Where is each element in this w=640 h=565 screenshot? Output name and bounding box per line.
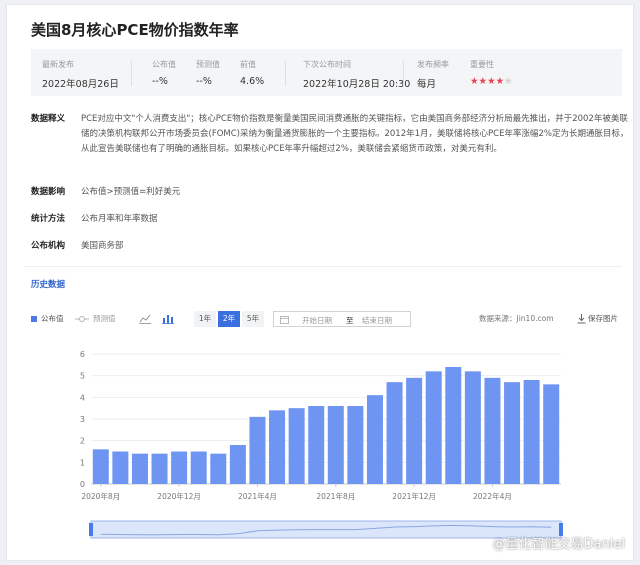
- summary-divider: [403, 61, 404, 86]
- bar[interactable]: [445, 367, 462, 484]
- impact-label: 数据影响: [31, 187, 66, 197]
- bar[interactable]: [249, 416, 266, 484]
- bar[interactable]: [308, 406, 325, 484]
- save-image-button[interactable]: 保存图片: [588, 313, 618, 324]
- y-tick-label: 6: [80, 350, 85, 359]
- bar[interactable]: [288, 408, 305, 484]
- latest-release-label: 最新发布: [42, 60, 74, 69]
- calendar-icon[interactable]: [280, 315, 289, 324]
- chart-area: 0 1 2 3 4 5 6 2020年8月 2020年12月 2021年4月 2021年8月 2021…: [31, 335, 622, 565]
- bar[interactable]: [92, 449, 109, 484]
- page-title: 美国8月核心PCE物价指数年率: [31, 21, 239, 39]
- y-tick-label: 4: [80, 393, 85, 402]
- x-tick-label: 2021年12月: [392, 491, 436, 501]
- agency-label: 公布机构: [31, 241, 66, 251]
- y-tick-label: 0: [80, 480, 85, 489]
- bar[interactable]: [131, 453, 148, 484]
- bar[interactable]: [327, 406, 344, 484]
- method-label: 统计方法: [31, 214, 66, 224]
- bar[interactable]: [386, 382, 403, 484]
- importance-star-icon: ★: [487, 76, 496, 87]
- x-tick-label: 2022年4月: [473, 491, 512, 501]
- next-release-label: 下次公布时间: [303, 60, 351, 69]
- importance-label: 重要性: [470, 60, 494, 69]
- range-button[interactable]: 1年: [194, 311, 216, 327]
- bar[interactable]: [464, 371, 481, 484]
- y-tick-label: 3: [80, 415, 85, 424]
- history-data-tab[interactable]: 历史数据: [31, 278, 65, 290]
- bar[interactable]: [112, 451, 129, 485]
- y-tick-label: 2: [80, 437, 85, 446]
- previous-value: 4.6%: [240, 76, 265, 87]
- y-tick-label: 1: [80, 458, 85, 467]
- bar[interactable]: [171, 451, 188, 485]
- range-button[interactable]: 5年: [242, 311, 264, 327]
- frequency-value: 每月: [417, 79, 437, 90]
- bar[interactable]: [269, 410, 286, 484]
- actual-value: --%: [152, 76, 168, 87]
- bar[interactable]: [484, 377, 501, 484]
- date-range-separator: 至: [346, 316, 354, 325]
- bar[interactable]: [543, 384, 560, 484]
- bar[interactable]: [425, 371, 442, 484]
- importance-star-icon: ★: [495, 76, 505, 87]
- legend-forecast-icon: [75, 316, 89, 322]
- importance-star-icon: ★: [470, 76, 479, 87]
- frequency-label: 发布频率: [417, 60, 449, 69]
- section-divider: [25, 266, 622, 267]
- download-icon[interactable]: [577, 314, 586, 324]
- chart-toolbar: 公布值 预测值 1年 2年 5年 开始日期 至 结束日期 数据来源：Jin10.co…: [31, 311, 622, 327]
- summary-divider: [285, 61, 286, 86]
- range-button-group: 1年 2年 5年: [194, 311, 266, 327]
- range-button[interactable]: 2年: [218, 311, 240, 327]
- y-tick-label: 5: [80, 372, 85, 381]
- end-date-input[interactable]: 结束日期: [362, 315, 392, 326]
- forecast-value: --%: [196, 76, 212, 87]
- forecast-label: 预测值: [196, 60, 220, 69]
- agency-text: 美国商务部: [81, 241, 124, 251]
- x-tick-label: 2021年8月: [316, 491, 355, 501]
- range-slider-left-handle[interactable]: [89, 523, 93, 536]
- bar[interactable]: [151, 453, 168, 484]
- bar[interactable]: [210, 453, 227, 484]
- summary-bar: 最新发布 2022年08月26日 公布值 --% 预测值 --% 前值 4.6%…: [31, 49, 622, 96]
- importance-star-icon: ★: [504, 76, 513, 87]
- definition-label: 数据释义: [31, 114, 66, 124]
- bar-chart-icon[interactable]: [162, 313, 174, 324]
- latest-release-value: 2022年08月26日: [42, 79, 119, 90]
- bar[interactable]: [406, 377, 423, 484]
- impact-text: 公布值>预测值=利好美元: [81, 187, 181, 197]
- x-tick-label: 2020年8月: [81, 491, 120, 501]
- bar[interactable]: [523, 380, 540, 484]
- date-range-picker: 开始日期 至 结束日期: [273, 311, 411, 327]
- previous-label: 前值: [240, 60, 256, 69]
- legend-actual-swatch: [31, 316, 37, 322]
- bar[interactable]: [366, 395, 383, 484]
- next-release-value: 2022年10月28日 20:30: [303, 79, 411, 90]
- definition-text: PCE对应中文"个人消费支出"；核心PCE物价指数是衡量美国民间消费通胀的关键指…: [81, 114, 629, 154]
- data-source: 数据来源：Jin10.com: [479, 314, 554, 323]
- summary-divider: [131, 61, 132, 86]
- line-chart-icon[interactable]: [139, 313, 151, 324]
- x-tick-label: 2021年4月: [238, 491, 277, 501]
- watermark: @量化智能交易Daniel: [492, 537, 625, 552]
- bar[interactable]: [347, 406, 364, 484]
- legend-forecast[interactable]: 预测值: [93, 313, 116, 324]
- bar-chart: 0 1 2 3 4 5 6 2020年8月 2020年12月 2021年4月 2021年8月 2021…: [80, 350, 563, 539]
- bar[interactable]: [229, 445, 246, 484]
- indicator-card: 美国8月核心PCE物价指数年率 最新发布 2022年08月26日 公布值 --%…: [6, 4, 634, 561]
- legend-actual[interactable]: 公布值: [41, 313, 64, 324]
- importance-star-icon: ★: [478, 76, 488, 87]
- method-text: 公布月率和年率数据: [81, 214, 158, 224]
- bar[interactable]: [190, 451, 207, 485]
- start-date-input[interactable]: 开始日期: [302, 315, 332, 326]
- bar[interactable]: [504, 382, 521, 484]
- actual-label: 公布值: [152, 60, 176, 69]
- importance-stars: ★★★★★: [470, 76, 513, 87]
- x-tick-label: 2020年12月: [157, 491, 201, 501]
